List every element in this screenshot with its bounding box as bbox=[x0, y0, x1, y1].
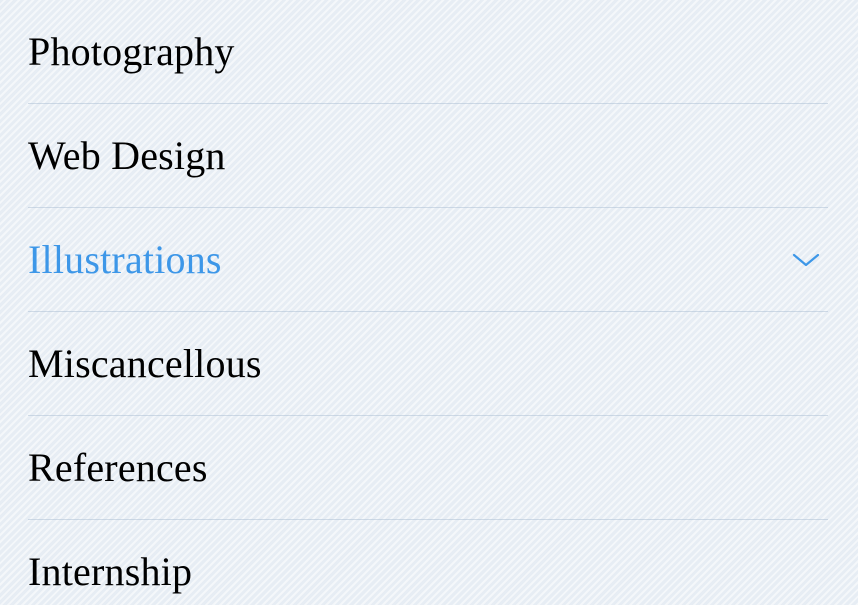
nav-item-label: Illustrations bbox=[28, 240, 222, 280]
nav-list: Photography Web Design Illustrations Mis… bbox=[0, 0, 858, 605]
nav-item-label: Photography bbox=[28, 32, 235, 72]
nav-item-internship[interactable]: Internship bbox=[28, 520, 828, 605]
nav-item-web-design[interactable]: Web Design bbox=[28, 104, 828, 208]
nav-item-photography[interactable]: Photography bbox=[28, 0, 828, 104]
nav-item-illustrations[interactable]: Illustrations bbox=[28, 208, 828, 312]
nav-item-label: Miscancellous bbox=[28, 344, 262, 384]
nav-item-miscancellous[interactable]: Miscancellous bbox=[28, 312, 828, 416]
nav-item-label: Internship bbox=[28, 552, 192, 592]
nav-item-references[interactable]: References bbox=[28, 416, 828, 520]
chevron-down-icon bbox=[792, 252, 820, 268]
nav-item-label: References bbox=[28, 448, 208, 488]
nav-item-label: Web Design bbox=[28, 136, 226, 176]
